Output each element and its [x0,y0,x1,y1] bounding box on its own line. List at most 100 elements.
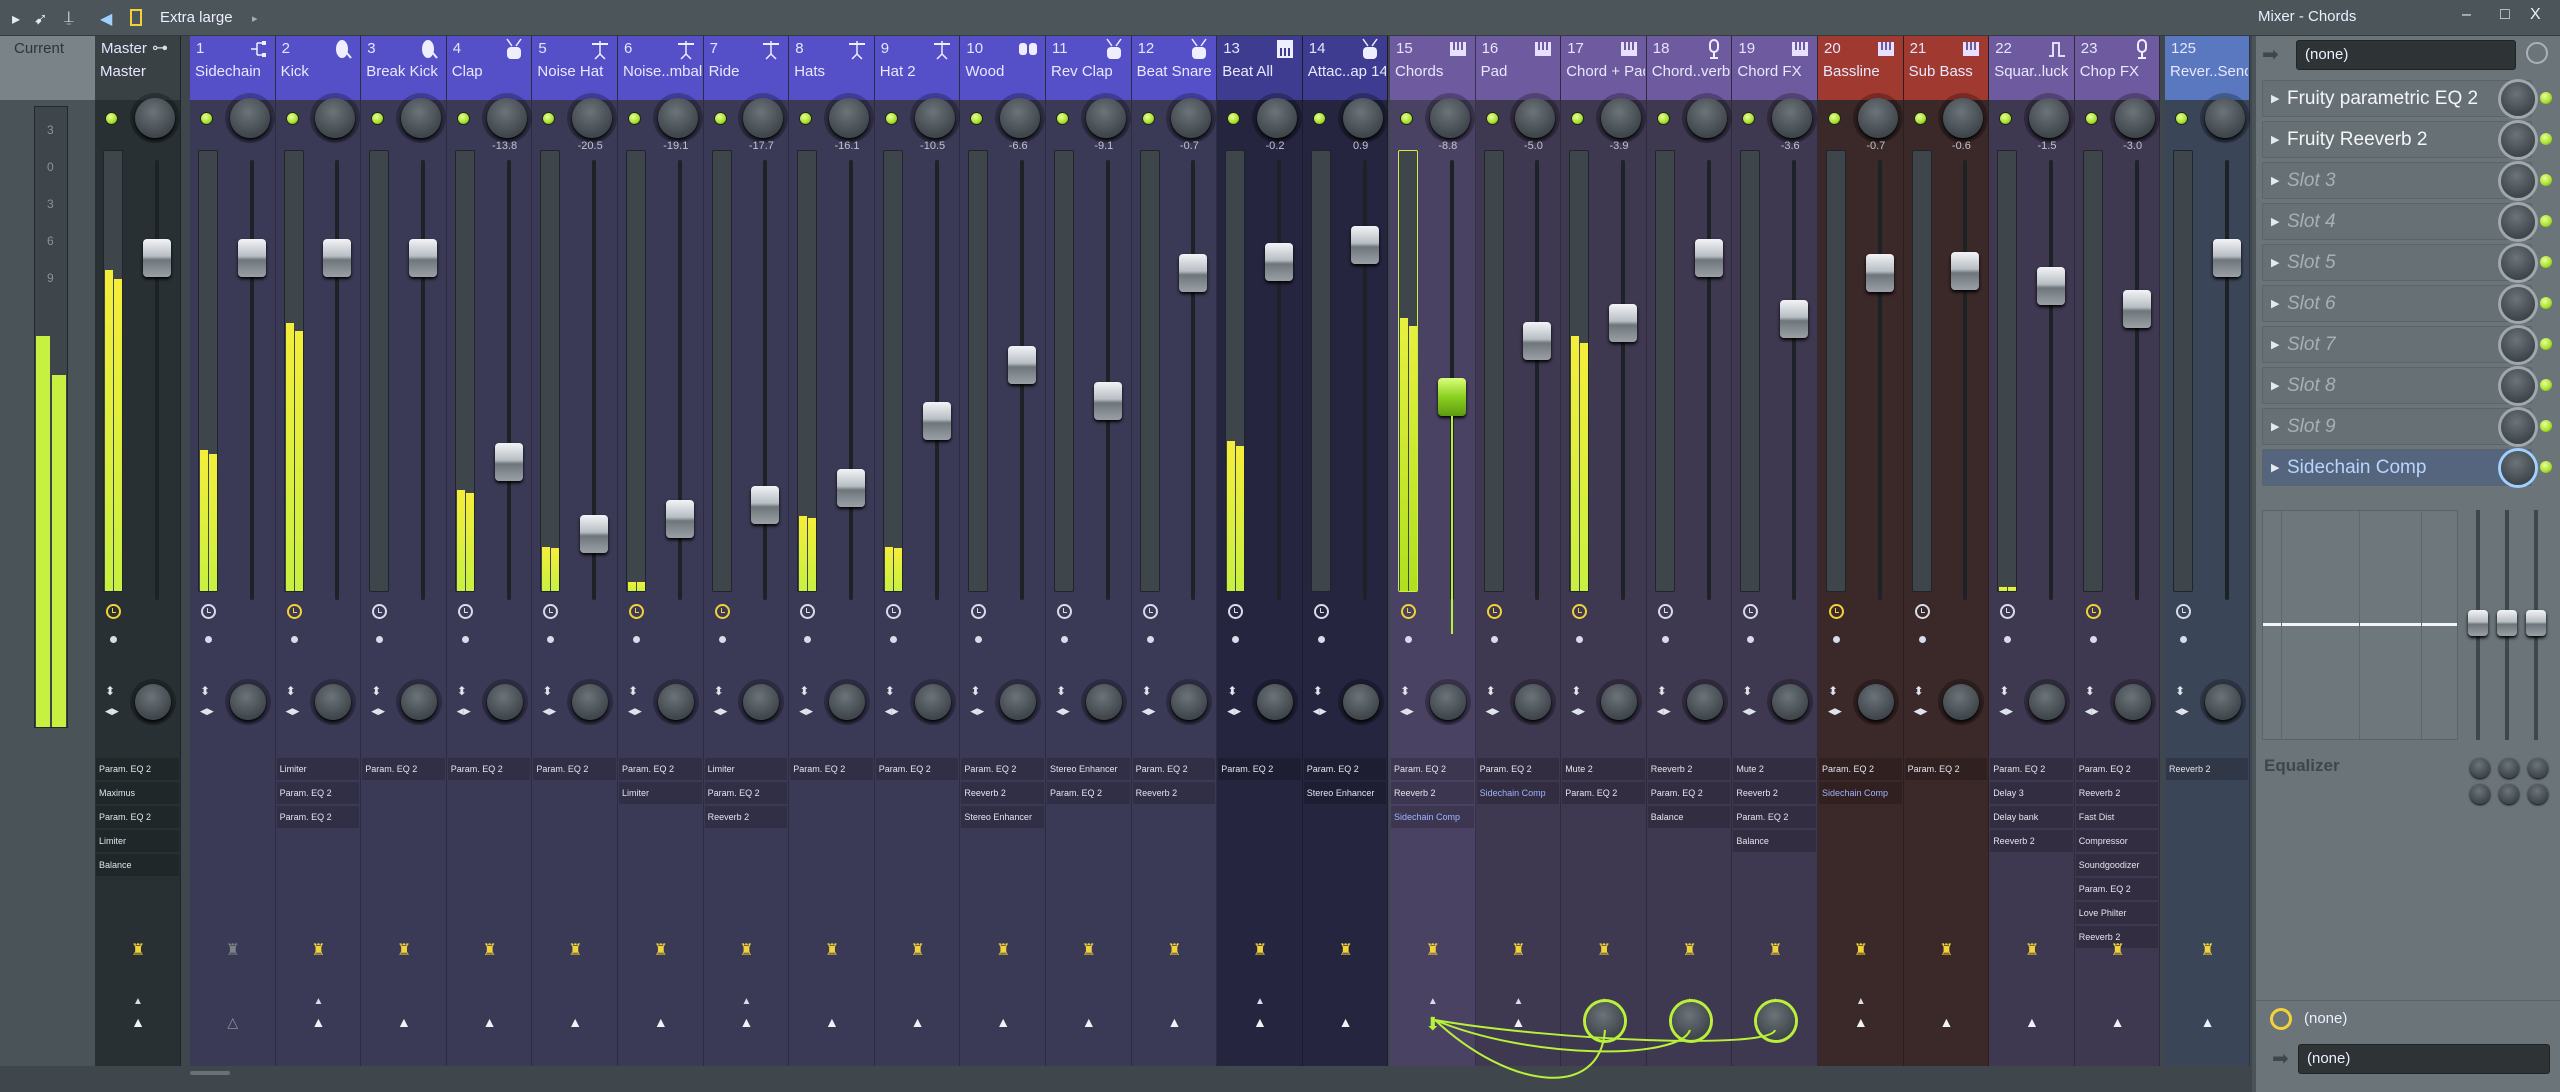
send-arrow-icon[interactable]: ▲ [651,1014,671,1030]
track-name[interactable]: Hat 2 [880,63,959,80]
send-arrow-icon[interactable]: ▲ [908,1014,928,1030]
slot-enable-led[interactable] [2540,174,2552,186]
volume-fader[interactable] [143,239,171,277]
pan-knob[interactable] [486,684,523,720]
maximize-button[interactable]: □ [2500,6,2510,24]
insert-slot[interactable]: Compressor [2075,830,2159,852]
route-to-this-track-icon[interactable]: ♜ [1854,942,1868,960]
send-arrow-icon[interactable]: ▲ [1336,1014,1356,1030]
insert-slot[interactable]: Fast Dist [2075,806,2159,828]
pan-icon[interactable]: ◀▶ [1142,706,1156,717]
stereo-separation-icon[interactable]: ⬍ [105,684,115,698]
clock-icon[interactable] [2526,42,2548,64]
automation-clock-icon[interactable] [885,604,901,619]
pan-knob[interactable] [1171,684,1208,720]
track-header[interactable]: Master Master ⊶ [95,36,180,100]
stereo-separation-icon[interactable]: ⬍ [542,684,552,698]
insert-slot[interactable]: Param. EQ 2 [1391,758,1474,780]
pan-icon[interactable]: ◀▶ [1571,706,1585,717]
slot-mix-knob[interactable] [2501,205,2535,239]
slot-enable-led[interactable] [2540,461,2552,473]
automation-clock-icon[interactable] [1829,604,1844,619]
automation-clock-icon[interactable] [1572,604,1588,619]
stereo-separation-icon[interactable]: ⬍ [628,684,638,698]
track-name[interactable]: Clap [452,63,531,80]
eq-bandwidth-knob[interactable] [2499,784,2519,804]
volume-fader[interactable] [1350,226,1379,264]
track-header[interactable]: 17 Chord + Pad [1561,36,1646,100]
insert-slot[interactable]: Soundgoodizer [2075,854,2159,876]
mute-toggle[interactable] [456,112,470,125]
mute-toggle[interactable] [1312,112,1326,125]
insert-slot[interactable]: Param. EQ 2 [533,758,616,780]
volume-knob[interactable] [743,98,784,138]
volume-fader[interactable] [1694,239,1723,277]
insert-slot[interactable]: Mute 2 [1562,758,1645,780]
automation-clock-icon[interactable] [543,604,559,619]
insert-slot[interactable]: Reeverb 2 [2166,758,2248,780]
track-name[interactable]: Attac..ap 14 [1308,63,1387,80]
stereo-separation-icon[interactable]: ⬍ [1486,684,1496,698]
scrollbar-thumb[interactable] [190,1071,230,1075]
chevron-right-icon[interactable]: ▸ [252,12,258,25]
record-arm-dot[interactable] [633,636,640,643]
record-arm-dot[interactable] [1576,636,1584,643]
track-header[interactable]: 22 Squar..luck [1989,36,2074,100]
pan-icon[interactable]: ◀▶ [1486,706,1500,717]
insert-slot[interactable]: Param. EQ 2 [1562,782,1645,804]
track-header[interactable]: 9 Hat 2 [874,36,960,100]
automation-clock-icon[interactable] [286,604,302,619]
insert-slot[interactable]: Param. EQ 2 [704,782,788,804]
pan-icon[interactable]: ◀▶ [105,706,119,717]
record-arm-dot[interactable] [975,636,983,643]
track-name[interactable]: Rever..Send [2170,63,2248,80]
insert-slot[interactable]: Reeverb 2 [1391,782,1474,804]
eq-graph[interactable] [2262,510,2458,740]
record-arm-dot[interactable] [1747,636,1755,643]
send-small-arrow-icon[interactable]: ▲ [736,996,756,1007]
automation-clock-icon[interactable] [629,604,644,619]
effect-slot-label[interactable]: Slot 7 [2287,334,2336,356]
track-header[interactable]: 125 Rever..Send [2165,36,2249,100]
track-name[interactable]: Chop FX [2080,63,2159,80]
mute-toggle[interactable] [970,112,984,125]
volume-fader[interactable] [1437,378,1466,416]
volume-fader[interactable] [1951,251,1980,290]
expand-arrow-icon[interactable]: ▶ [2271,297,2279,310]
mixer-track-9[interactable]: 9 Hat 2 -10.5 ⬍ ◀▶ Param. EQ 2 ♜ ▲ [874,36,961,1066]
volume-knob[interactable] [1171,98,1212,138]
send-arrow-icon[interactable]: ▲ [308,1014,328,1030]
insert-slot[interactable]: Reeverb 2 [1733,782,1816,804]
track-header[interactable]: 6 Noise..mbal [618,36,703,100]
expand-arrow-icon[interactable]: ▶ [2271,215,2279,228]
stereo-separation-icon[interactable]: ⬍ [1571,684,1581,698]
effect-slot-9[interactable]: ▶ Slot 9 [2262,408,2535,445]
pan-icon[interactable]: ◀▶ [714,706,728,717]
insert-slot[interactable]: Param. EQ 2 [362,758,445,780]
pan-icon[interactable]: ◀▶ [628,706,642,717]
slot-enable-led[interactable] [2540,256,2552,268]
mixer-track-15[interactable]: 15 Chords -8.8 ⬍ ◀▶ Param. EQ 2 Reeverb 2 Sidec… [1390,36,1476,1066]
track-header[interactable]: 1 Sidechain [190,36,275,100]
slot-mix-knob[interactable] [2501,246,2535,280]
volume-fader[interactable] [1264,243,1293,282]
volume-fader[interactable] [1865,254,1894,292]
slot-mix-knob[interactable] [2501,82,2535,116]
insert-slot[interactable]: Param. EQ 2 [619,758,702,780]
volume-knob[interactable] [2204,98,2245,138]
route-to-this-track-icon[interactable]: ♜ [397,942,411,960]
pan-knob[interactable] [229,684,266,720]
mute-toggle[interactable] [1227,112,1241,125]
stereo-separation-icon[interactable]: ⬍ [1142,684,1152,698]
insert-slot[interactable]: Param. EQ 2 [1647,782,1731,804]
track-name[interactable]: Kick [281,63,360,80]
volume-fader[interactable] [408,239,437,277]
volume-knob[interactable] [1600,98,1641,138]
send-arrow-icon[interactable]: ▲ [1164,1014,1184,1030]
pan-knob[interactable] [2114,684,2151,720]
send-arrow-icon[interactable]: ▲ [1936,1014,1956,1030]
insert-slot[interactable]: Param. EQ 2 [2075,758,2159,780]
mixer-track-7[interactable]: 7 Ride -17.7 ⬍ ◀▶ Limiter Param. EQ 2 Reeverb 2… [703,36,790,1066]
volume-knob[interactable] [1686,98,1727,138]
stereo-separation-icon[interactable]: ⬍ [1742,684,1752,698]
